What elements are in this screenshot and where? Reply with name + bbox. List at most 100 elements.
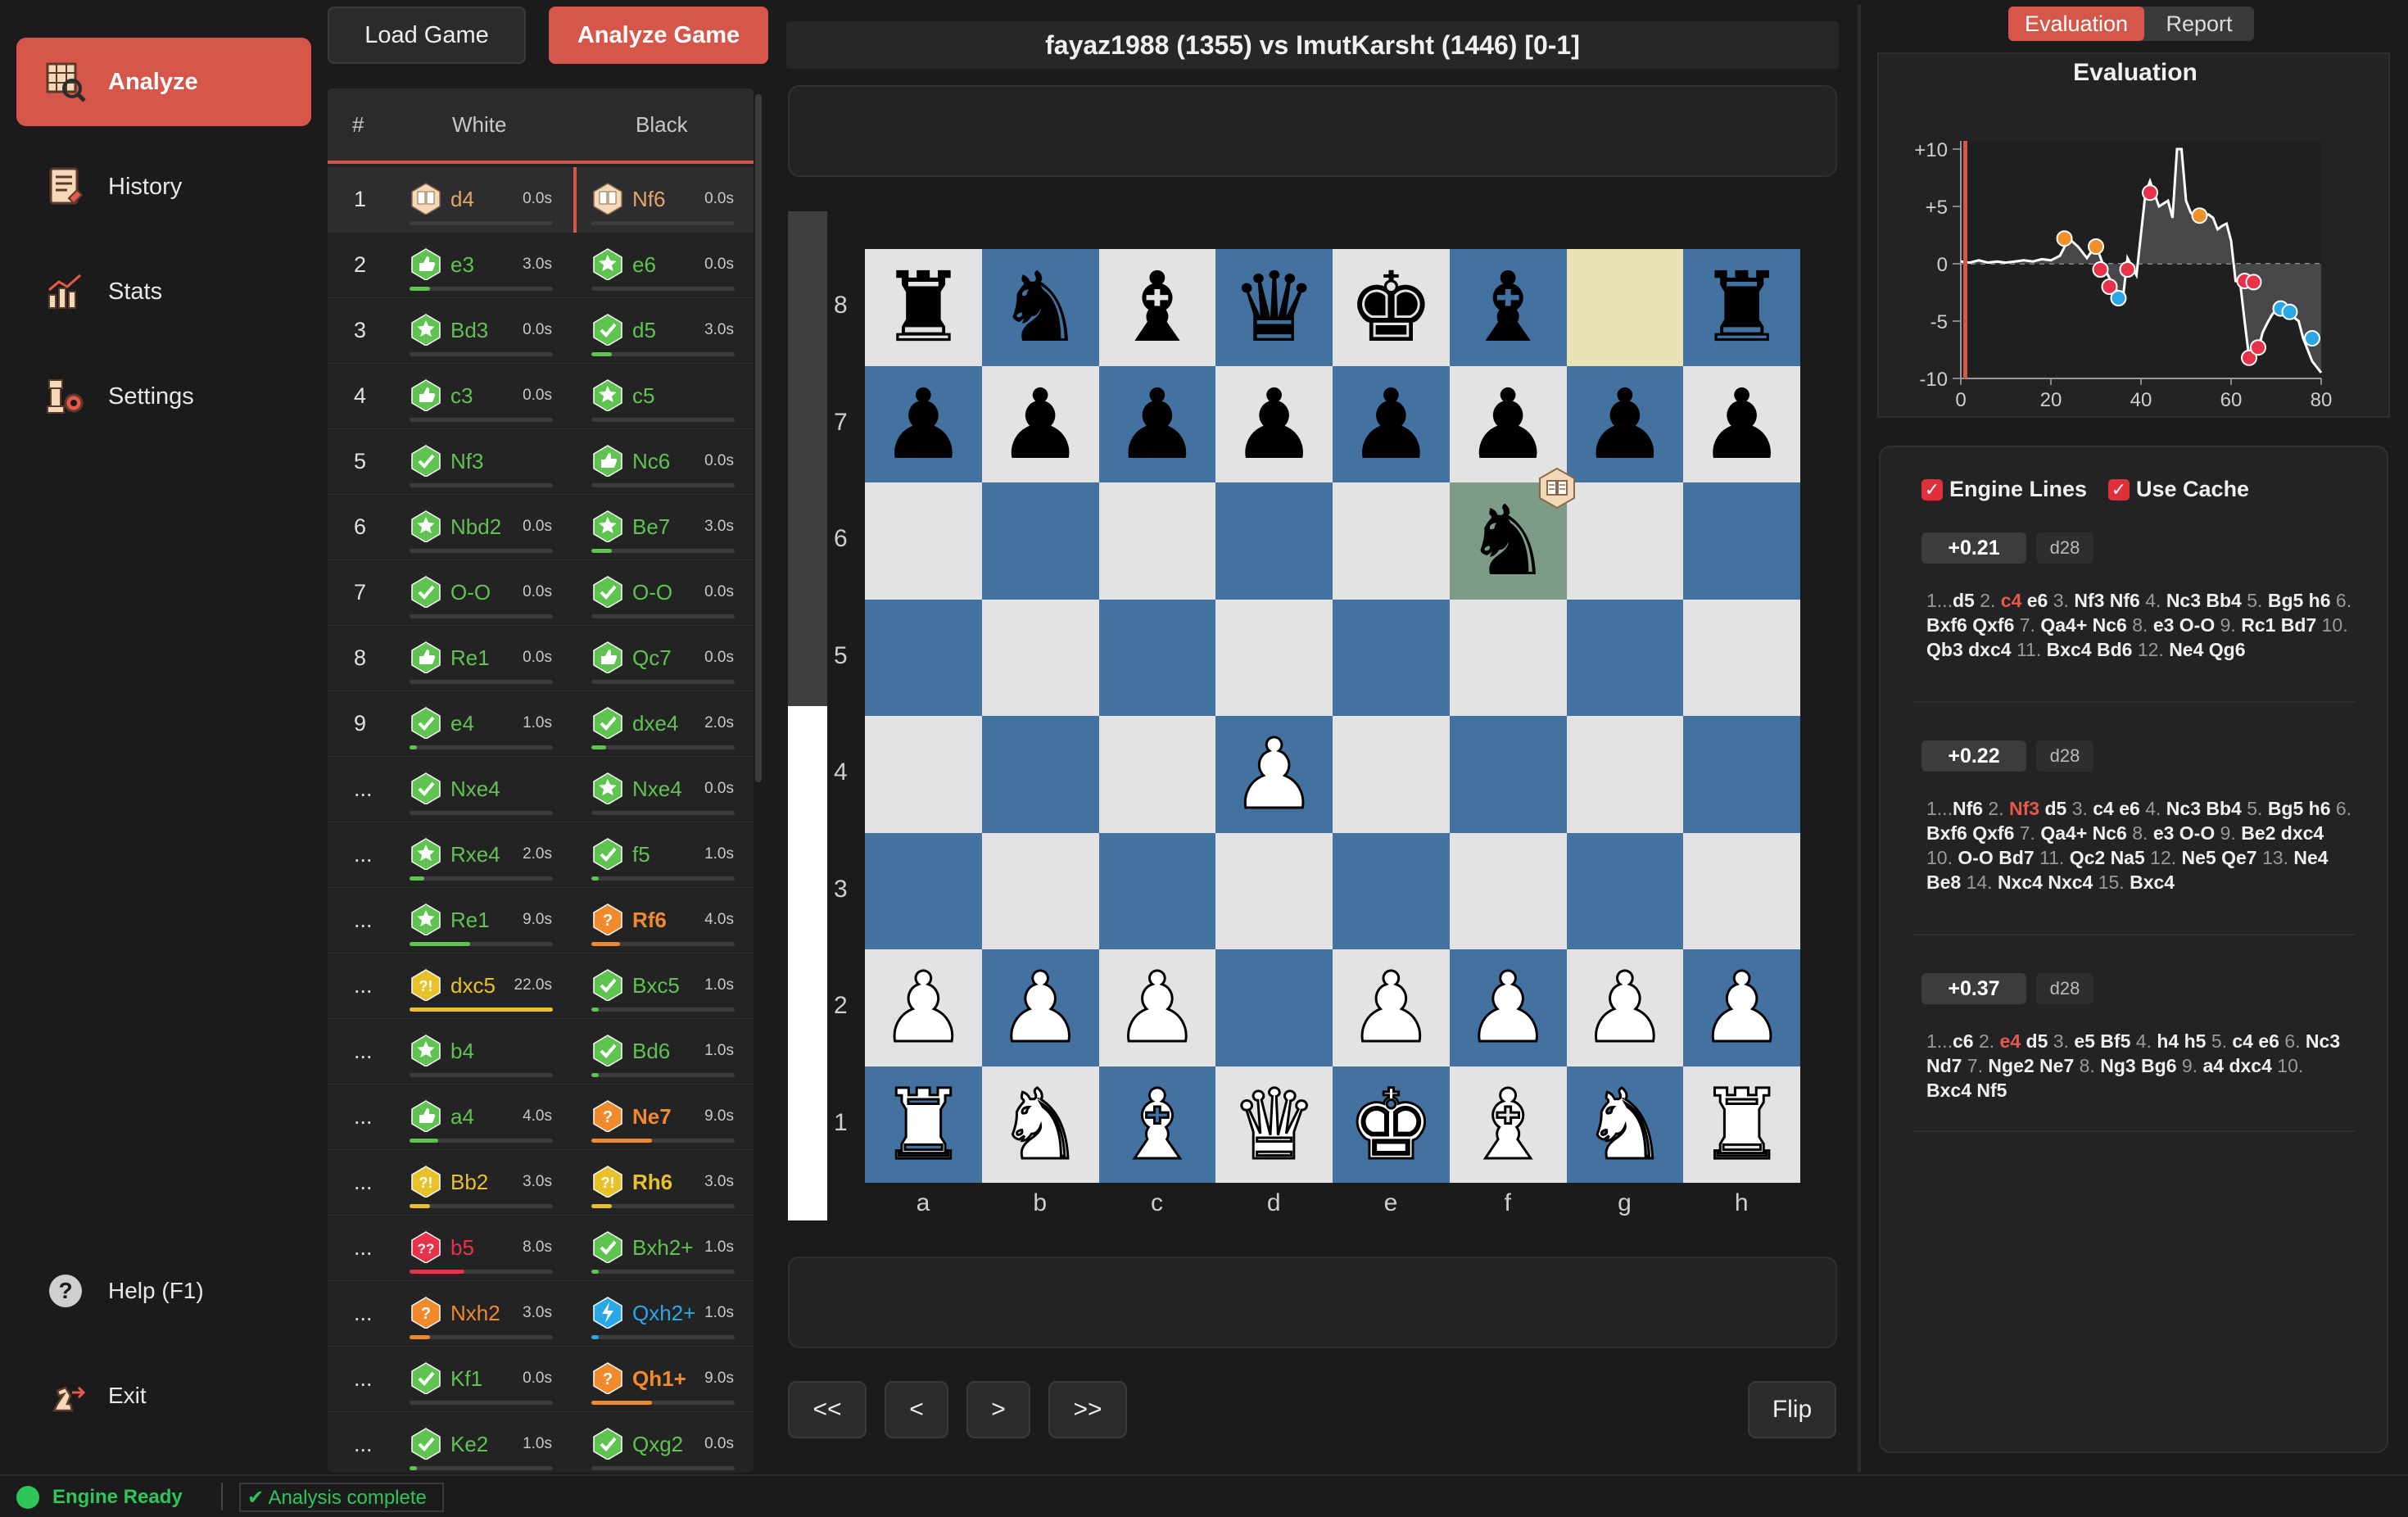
white-move-cell[interactable]: a4 4.0s: [410, 1098, 557, 1143]
square-b2[interactable]: ♟: [981, 949, 1099, 1066]
square-b7[interactable]: ♟: [981, 365, 1099, 482]
white-move-cell[interactable]: Kf1 0.0s: [410, 1360, 557, 1405]
black-move-cell[interactable]: Nxe4 0.0s: [591, 770, 739, 815]
black-rook-icon[interactable]: ♜: [1699, 259, 1786, 355]
engine-lines-toggle[interactable]: ✓ Engine Lines: [1921, 477, 2087, 502]
square-e6[interactable]: [1333, 482, 1450, 600]
use-cache-toggle[interactable]: ✓ Use Cache: [2108, 477, 2249, 502]
square-c5[interactable]: [1098, 599, 1216, 716]
square-h6[interactable]: [1683, 482, 1800, 600]
square-b4[interactable]: [981, 716, 1099, 833]
square-g6[interactable]: [1566, 482, 1684, 600]
black-move-cell[interactable]: c5: [591, 377, 739, 422]
square-a8[interactable]: ♜: [865, 249, 982, 366]
white-move-cell[interactable]: Bd3 0.0s: [410, 311, 557, 356]
black-move-cell[interactable]: Bxc5 1.0s: [591, 967, 739, 1012]
black-move-cell[interactable]: dxe4 2.0s: [591, 704, 739, 749]
square-f4[interactable]: [1449, 716, 1567, 833]
square-f2[interactable]: ♟: [1449, 949, 1567, 1066]
black-queen-icon[interactable]: ♛: [1231, 259, 1318, 355]
square-g2[interactable]: ♟: [1566, 949, 1684, 1066]
square-h5[interactable]: [1683, 599, 1800, 716]
square-b8[interactable]: ♞: [981, 249, 1099, 366]
black-king-icon[interactable]: ♚: [1347, 259, 1434, 355]
white-move-cell[interactable]: Re1 9.0s: [410, 901, 557, 946]
white-move-cell[interactable]: Nxe4: [410, 770, 557, 815]
black-pawn-icon[interactable]: ♟: [1699, 376, 1786, 473]
square-d5[interactable]: [1215, 599, 1333, 716]
white-move-cell[interactable]: b4: [410, 1032, 557, 1077]
white-move-cell[interactable]: d4 0.0s: [410, 180, 557, 225]
evaluation-graph[interactable]: Evaluation +10 +5 0 -5 -10 0 20 40 60 80: [1877, 52, 2390, 418]
square-a4[interactable]: [865, 716, 982, 833]
square-g5[interactable]: [1566, 599, 1684, 716]
square-c8[interactable]: ♝: [1098, 249, 1216, 366]
square-f5[interactable]: [1449, 599, 1567, 716]
square-c4[interactable]: [1098, 716, 1216, 833]
black-move-cell[interactable]: ? Ne7 9.0s: [591, 1098, 739, 1143]
square-g3[interactable]: [1566, 832, 1684, 949]
black-move-cell[interactable]: e6 0.0s: [591, 246, 739, 291]
square-e3[interactable]: [1333, 832, 1450, 949]
white-move-cell[interactable]: e4 1.0s: [410, 704, 557, 749]
black-rook-icon[interactable]: ♜: [880, 259, 966, 355]
prev-move-button[interactable]: <: [885, 1381, 948, 1438]
black-move-cell[interactable]: O-O 0.0s: [591, 573, 739, 618]
white-move-cell[interactable]: O-O 0.0s: [410, 573, 557, 618]
tab-report[interactable]: Report: [2144, 7, 2254, 41]
square-b6[interactable]: [981, 482, 1099, 600]
white-knight-icon[interactable]: ♞: [996, 1075, 1085, 1174]
black-pawn-icon[interactable]: ♟: [1582, 376, 1668, 473]
white-pawn-icon[interactable]: ♟: [1580, 958, 1669, 1057]
square-d2[interactable]: [1215, 949, 1333, 1066]
white-move-cell[interactable]: e3 3.0s: [410, 246, 557, 291]
white-pawn-icon[interactable]: ♟: [879, 958, 968, 1057]
white-bishop-icon[interactable]: ♝: [1112, 1075, 1202, 1174]
black-pawn-icon[interactable]: ♟: [997, 376, 1084, 473]
black-move-cell[interactable]: ? Qh1+ 9.0s: [591, 1360, 739, 1405]
black-move-cell[interactable]: Qc7 0.0s: [591, 639, 739, 684]
white-move-cell[interactable]: Re1 0.0s: [410, 639, 557, 684]
square-e2[interactable]: ♟: [1333, 949, 1450, 1066]
black-pawn-icon[interactable]: ♟: [880, 376, 966, 473]
white-move-cell[interactable]: Ke2 1.0s: [410, 1425, 557, 1470]
white-move-cell[interactable]: Rxe4 2.0s: [410, 835, 557, 881]
black-pawn-icon[interactable]: ♟: [1231, 376, 1318, 473]
square-h1[interactable]: ♜: [1683, 1066, 1800, 1183]
white-king-icon[interactable]: ♚: [1347, 1075, 1436, 1174]
black-move-cell[interactable]: Nc6 0.0s: [591, 442, 739, 487]
square-d8[interactable]: ♛: [1215, 249, 1333, 366]
square-a2[interactable]: ♟: [865, 949, 982, 1066]
black-move-cell[interactable]: Nf6 0.0s: [591, 180, 739, 225]
black-move-cell[interactable]: f5 1.0s: [591, 835, 739, 881]
square-a6[interactable]: [865, 482, 982, 600]
white-move-cell[interactable]: c3 0.0s: [410, 377, 557, 422]
black-move-cell[interactable]: Bxh2+ 1.0s: [591, 1229, 739, 1274]
black-move-cell[interactable]: ? Rf6 4.0s: [591, 901, 739, 946]
square-c3[interactable]: [1098, 832, 1216, 949]
white-pawn-icon[interactable]: ♟: [1697, 958, 1786, 1057]
square-e1[interactable]: ♚: [1333, 1066, 1450, 1183]
square-e7[interactable]: ♟: [1333, 365, 1450, 482]
square-f8[interactable]: ♝: [1449, 249, 1567, 366]
sidebar-item-analyze[interactable]: Analyze: [16, 38, 311, 126]
black-move-cell[interactable]: Bd6 1.0s: [591, 1032, 739, 1077]
white-pawn-icon[interactable]: ♟: [1229, 725, 1319, 824]
white-queen-icon[interactable]: ♛: [1229, 1075, 1319, 1174]
square-g1[interactable]: ♞: [1566, 1066, 1684, 1183]
square-a5[interactable]: [865, 599, 982, 716]
square-e4[interactable]: [1333, 716, 1450, 833]
black-pawn-icon[interactable]: ♟: [1464, 376, 1551, 473]
white-pawn-icon[interactable]: ♟: [1112, 958, 1202, 1057]
square-a7[interactable]: ♟: [865, 365, 982, 482]
square-d6[interactable]: [1215, 482, 1333, 600]
square-d1[interactable]: ♛: [1215, 1066, 1333, 1183]
square-g4[interactable]: [1566, 716, 1684, 833]
white-pawn-icon[interactable]: ♟: [1347, 958, 1436, 1057]
black-bishop-icon[interactable]: ♝: [1464, 259, 1551, 355]
load-game-button[interactable]: Load Game: [328, 7, 526, 64]
white-move-cell[interactable]: ?? b5 8.0s: [410, 1229, 557, 1274]
black-move-cell[interactable]: Qxh2+ 1.0s: [591, 1294, 739, 1339]
black-pawn-icon[interactable]: ♟: [1347, 376, 1434, 473]
help-button[interactable]: ? Help (F1): [16, 1247, 311, 1335]
